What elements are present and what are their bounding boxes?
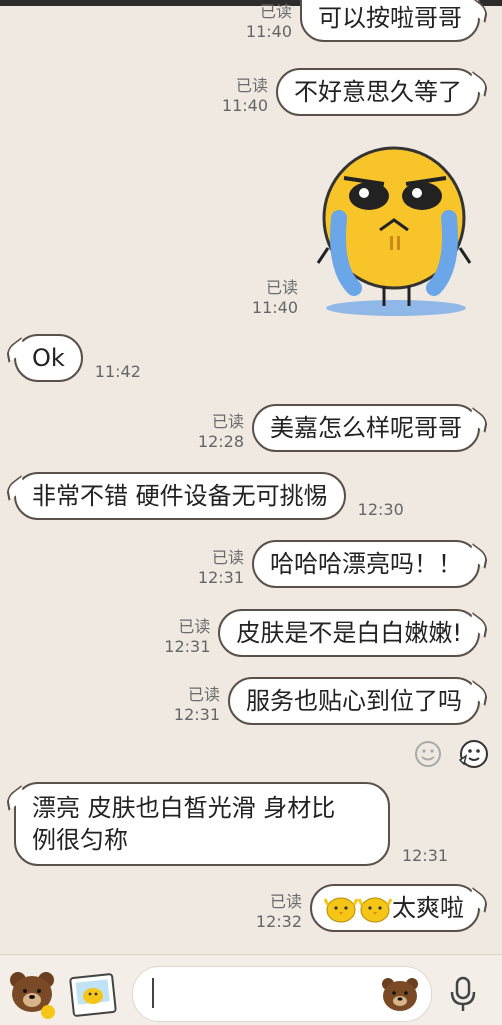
- outgoing-message-bubble[interactable]: 哈哈哈漂亮吗！！: [252, 540, 480, 588]
- read-receipt: 已读: [211, 412, 244, 431]
- sticker-icon[interactable]: [456, 738, 490, 770]
- message-time: 12:28: [197, 432, 244, 451]
- crying-face-sticker[interactable]: [314, 138, 474, 318]
- incoming-message-bubble[interactable]: Ok: [14, 334, 83, 382]
- emoji-smile-icon[interactable]: [414, 740, 442, 768]
- message-text-line: 例很匀称: [32, 826, 128, 854]
- message-time: 12:32: [255, 912, 302, 931]
- read-receipt: 已读: [259, 2, 292, 21]
- read-receipt: 已读: [265, 278, 298, 297]
- message-row: 已读 12:31 服务也贴心到位了吗: [174, 677, 480, 725]
- message-row: 已读 12:28 美嘉怎么样呢哥哥: [198, 404, 480, 452]
- incoming-message-bubble[interactable]: 非常不错 硬件设备无可挑惕: [14, 472, 346, 520]
- message-time: 12:31: [164, 637, 211, 656]
- outgoing-message-bubble[interactable]: 美嘉怎么样呢哥哥: [252, 404, 480, 452]
- text-caret: [152, 978, 154, 1008]
- chick-emoji-icon: [357, 893, 393, 923]
- message-row: 已读 11:40: [252, 138, 474, 318]
- message-row: 漂亮 皮肤也白皙光滑 身材比 例很匀称 12:31: [14, 782, 448, 866]
- read-receipt: 已读: [269, 892, 302, 911]
- incoming-message-bubble[interactable]: 漂亮 皮肤也白皙光滑 身材比 例很匀称: [14, 782, 390, 866]
- message-time: 12:31: [173, 705, 220, 724]
- photo-sticker-icon[interactable]: [68, 972, 118, 1018]
- message-row: 非常不错 硬件设备无可挑惕 12:30: [14, 472, 404, 520]
- message-row: 已读 11:40 可以按啦哥哥: [246, 0, 480, 42]
- message-text: 太爽啦: [392, 894, 464, 922]
- read-receipt: 已读: [211, 548, 244, 567]
- outgoing-message-bubble[interactable]: 服务也贴心到位了吗: [228, 677, 480, 725]
- message-row: Ok 11:42: [14, 334, 141, 382]
- message-row: 已读 12:31 皮肤是不是白白嫩嫩!: [164, 609, 480, 657]
- outgoing-message-bubble[interactable]: 皮肤是不是白白嫩嫩!: [218, 609, 480, 657]
- outgoing-message-bubble[interactable]: 可以按啦哥哥: [300, 0, 480, 42]
- bear-emoji-icon[interactable]: [378, 974, 422, 1014]
- message-time: 12:31: [402, 846, 449, 865]
- message-time: 12:30: [357, 500, 404, 519]
- brown-bear-sticker-icon[interactable]: [6, 966, 58, 1020]
- chick-emoji-icon: [323, 893, 359, 923]
- outgoing-message-bubble[interactable]: 太爽啦: [310, 884, 480, 932]
- read-receipt: 已读: [178, 617, 211, 636]
- message-time: 11:42: [94, 362, 141, 381]
- message-row: 已读 12:31 哈哈哈漂亮吗！！: [198, 540, 480, 588]
- message-time: 12:31: [197, 568, 244, 587]
- read-receipt: 已读: [235, 76, 268, 95]
- message-time: 11:40: [245, 22, 292, 41]
- message-row: 已读 12:32 太爽啦: [256, 884, 480, 932]
- read-receipt: 已读: [187, 685, 220, 704]
- message-time: 11:40: [251, 298, 298, 317]
- microphone-icon[interactable]: [446, 974, 480, 1014]
- message-row: 已读 11:40 不好意思久等了: [222, 68, 480, 116]
- outgoing-message-bubble[interactable]: 不好意思久等了: [276, 68, 480, 116]
- message-time: 11:40: [221, 96, 268, 115]
- message-text-line: 漂亮 皮肤也白皙光滑 身材比: [32, 794, 336, 822]
